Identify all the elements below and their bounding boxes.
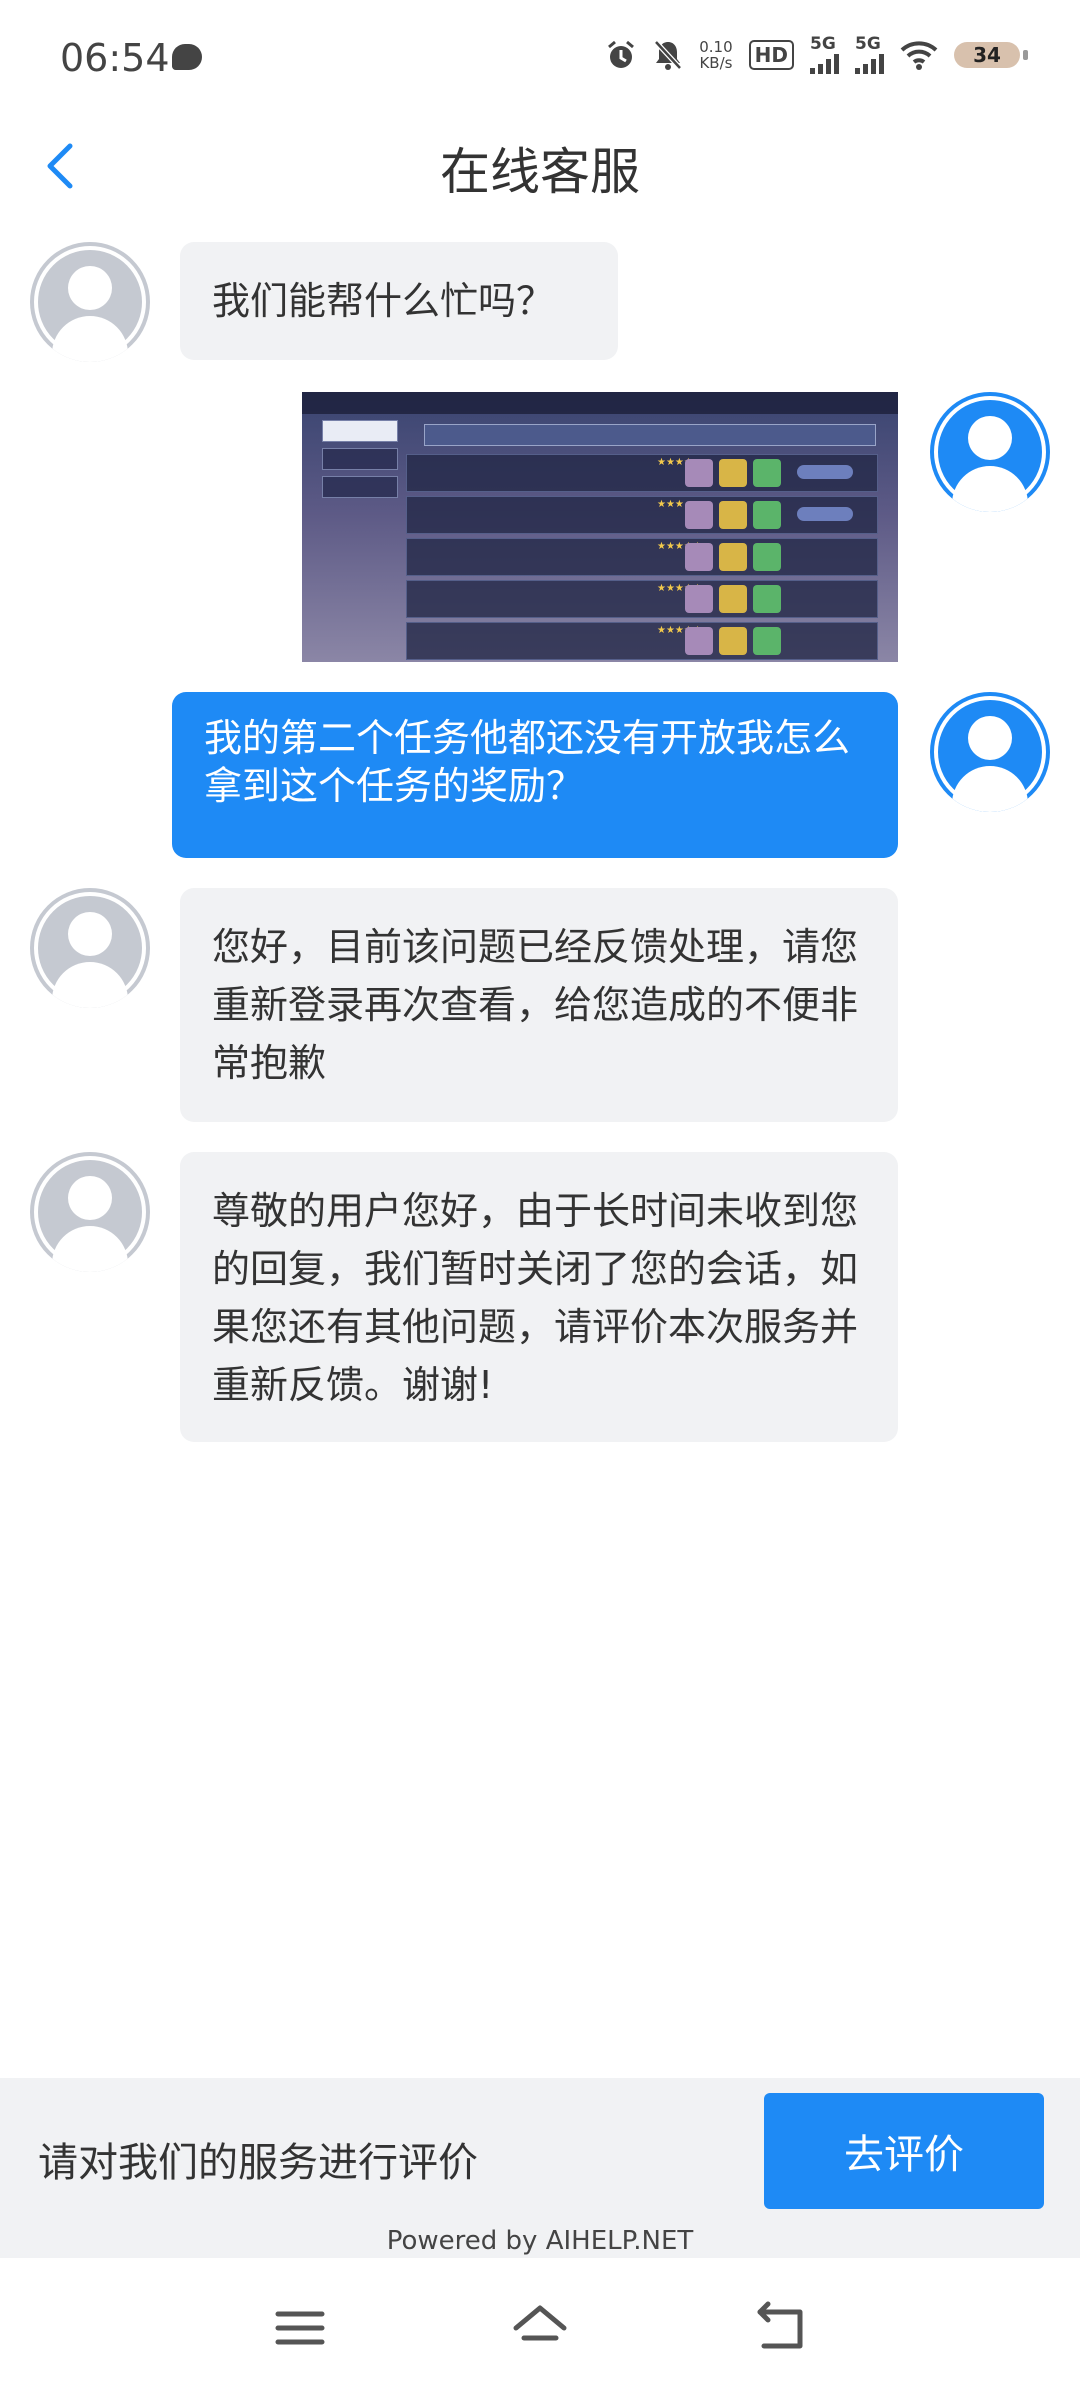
back-icon[interactable] [750,2298,810,2358]
hd-badge: HD [748,40,794,70]
powered-by-text: Powered by AIHELP.NET [386,2226,694,2256]
user-avatar [930,692,1050,812]
signal-bars-icon [855,52,884,74]
user-message: 我的第二个任务他都还没有开放我怎么拿到这个任务的奖励？ [172,692,898,858]
network-type-2: 5G [855,34,881,54]
signal-bars-icon [810,52,839,74]
wifi-icon [900,41,938,70]
rating-bar: 请对我们的服务进行评价 去评价 Powered by AIHELP.NET [0,2078,1080,2258]
agent-avatar [30,242,150,362]
mute-bell-icon [654,40,683,70]
speed-unit: KB/s [699,54,733,72]
network-speed: 0.10 KB/s [699,39,732,71]
agent-message: 尊敬的用户您好，由于长时间未收到您的回复，我们暂时关闭了您的会话，如果您还有其他… [180,1152,898,1442]
menu-icon[interactable] [270,2298,330,2358]
message-notification-icon [172,44,202,70]
battery-icon: 34 [954,42,1028,68]
rate-service-button[interactable]: 去评价 [764,2093,1044,2209]
agent-message: 您好，目前该问题已经反馈处理，请您重新登录再次查看，给您造成的不便非常抱歉 [180,888,898,1122]
agent-avatar [30,888,150,1008]
network-type-1: 5G [810,34,836,54]
system-nav-bar [0,2258,1080,2388]
agent-message: 我们能帮什么忙吗？ [180,242,618,360]
agent-avatar [30,1152,150,1272]
chat-header: 在线客服 [0,118,1080,214]
signal-5g-1: 5G [810,36,839,74]
sent-screenshot-image[interactable]: ★★★★ ★★★ ★★★★★ ★★★★★ ★★★★★ [302,392,898,662]
speed-value: 0.10 [699,38,733,56]
user-avatar [930,392,1050,512]
status-bar: 06:54 0.10 KB/s HD 5G 5G 34 [0,0,1080,118]
home-icon[interactable] [510,2298,570,2358]
status-icons: 0.10 KB/s HD 5G 5G 34 [605,36,1028,74]
page-title: 在线客服 [440,143,640,201]
status-time: 06:54 [60,36,170,80]
alarm-icon [608,40,635,68]
rating-prompt: 请对我们的服务进行评价 [38,2140,478,2186]
signal-5g-2: 5G [855,36,884,74]
